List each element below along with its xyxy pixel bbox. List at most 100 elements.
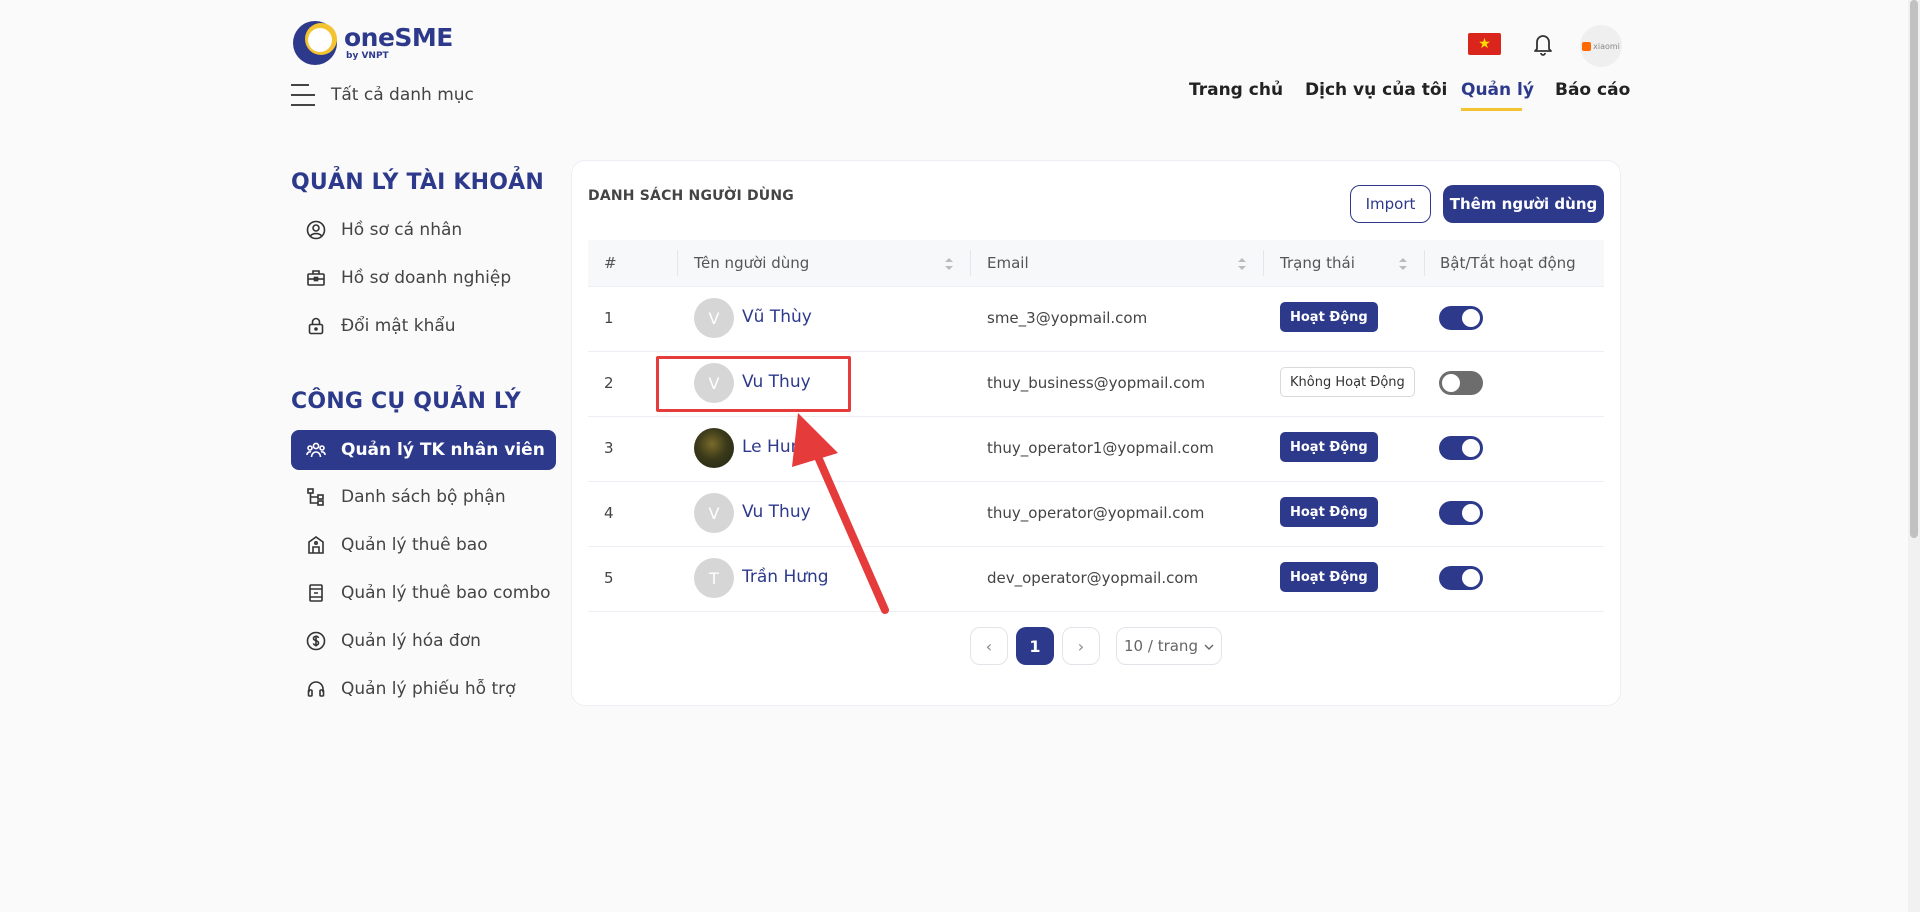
nav-my-services[interactable]: Dịch vụ của tôi — [1305, 80, 1447, 100]
sidebar-item-employee-accounts[interactable]: Quản lý TK nhân viên — [291, 430, 556, 470]
user-email: thuy_operator1@yopmail.com — [987, 439, 1214, 457]
sidebar-item-label: Quản lý phiếu hỗ trợ — [341, 679, 516, 699]
column-header-toggle: Bật/Tắt hoạt động — [1440, 254, 1576, 272]
row-divider — [588, 481, 1604, 482]
nav-active-indicator — [1461, 108, 1522, 111]
status-badge: Hoạt Động — [1280, 562, 1378, 592]
scrollbar-thumb[interactable] — [1910, 0, 1918, 538]
column-divider — [1263, 250, 1264, 276]
sidebar-item-label: Danh sách bộ phận — [341, 487, 506, 507]
chevron-down-icon — [1204, 637, 1214, 655]
sidebar-item-label: Quản lý thuê bao combo — [341, 583, 551, 603]
account-avatar[interactable]: xiaomi — [1580, 25, 1622, 67]
status-badge: Hoạt Động — [1280, 432, 1378, 462]
sidebar-item-label: Đổi mật khẩu — [341, 316, 456, 336]
user-email: thuy_business@yopmail.com — [987, 374, 1206, 392]
management-tools-title: CÔNG CỤ QUẢN LÝ — [291, 389, 521, 414]
avatar — [694, 428, 734, 468]
sidebar-item-label: Quản lý TK nhân viên — [341, 440, 545, 460]
avatar: T — [694, 558, 734, 598]
active-toggle[interactable] — [1439, 501, 1483, 525]
next-page-button[interactable]: › — [1062, 627, 1100, 665]
row-divider — [588, 416, 1604, 417]
user-circle-icon — [306, 220, 326, 240]
all-categories-menu[interactable]: Tất cả danh mục — [291, 80, 474, 110]
status-badge: Hoạt Động — [1280, 302, 1378, 332]
org-tree-icon — [306, 487, 326, 507]
row-index: 2 — [604, 374, 614, 392]
user-list-title: DANH SÁCH NGƯỜI DÙNG — [588, 188, 794, 204]
sidebar-item-label: Hồ sơ cá nhân — [341, 220, 463, 240]
add-user-button[interactable]: Thêm người dùng — [1443, 185, 1604, 223]
highlight-box — [656, 356, 851, 412]
row-index: 1 — [604, 309, 614, 327]
active-toggle[interactable] — [1439, 371, 1483, 395]
prev-page-button[interactable]: ‹ — [970, 627, 1008, 665]
logo-sub: by VNPT — [346, 51, 389, 61]
user-email: dev_operator@yopmail.com — [987, 569, 1199, 587]
column-divider — [970, 250, 971, 276]
sidebar-item-label: Quản lý hóa đơn — [341, 631, 481, 651]
sidebar-item-change-password[interactable]: Đổi mật khẩu — [291, 306, 556, 346]
xiaomi-logo-icon — [1582, 41, 1592, 51]
all-categories-label: Tất cả danh mục — [331, 85, 474, 105]
headset-icon — [306, 679, 326, 699]
sidebar-item-label: Hồ sơ doanh nghiệp — [341, 268, 512, 288]
sidebar-item-personal-profile[interactable]: Hồ sơ cá nhân — [291, 210, 556, 250]
users-icon — [306, 440, 326, 460]
column-header-status[interactable]: Trạng thái — [1280, 254, 1355, 272]
active-toggle[interactable] — [1439, 566, 1483, 590]
column-header-index: # — [604, 254, 617, 272]
sidebar-item-support-tickets[interactable]: Quản lý phiếu hỗ trợ — [291, 669, 556, 709]
user-name-link[interactable]: Vũ Thùy — [742, 307, 812, 327]
row-index: 3 — [604, 439, 614, 457]
row-index: 5 — [604, 569, 614, 587]
bell-icon[interactable] — [1532, 32, 1554, 56]
nav-reports[interactable]: Báo cáo — [1555, 80, 1630, 100]
row-index: 4 — [604, 504, 614, 522]
logo-mark-icon — [292, 20, 338, 66]
logo-name: oneSME — [344, 23, 453, 52]
user-email: thuy_operator@yopmail.com — [987, 504, 1205, 522]
active-toggle[interactable] — [1439, 306, 1483, 330]
sidebar-item-combo-subscriptions[interactable]: Quản lý thuê bao combo — [291, 573, 556, 613]
nav-management[interactable]: Quản lý — [1461, 80, 1534, 100]
sidebar-item-subscriptions[interactable]: Quản lý thuê bao — [291, 525, 556, 565]
combo-icon — [306, 583, 326, 603]
sidebar-item-label: Quản lý thuê bao — [341, 535, 488, 555]
vietnam-flag-icon[interactable]: ★ — [1468, 33, 1501, 55]
status-badge: Không Hoạt Động — [1280, 367, 1415, 397]
account-management-title: QUẢN LÝ TÀI KHOẢN — [291, 170, 545, 195]
active-toggle[interactable] — [1439, 436, 1483, 460]
briefcase-icon — [306, 268, 326, 288]
user-email: sme_3@yopmail.com — [987, 309, 1148, 327]
avatar: V — [694, 298, 734, 338]
page-size-value: 10 / trang — [1124, 637, 1198, 655]
annotation-arrow-icon — [792, 413, 889, 614]
lock-icon — [306, 316, 326, 336]
sidebar-item-business-profile[interactable]: Hồ sơ doanh nghiệp — [291, 258, 556, 298]
column-divider — [1424, 250, 1425, 276]
onesme-logo[interactable]: oneSME by VNPT — [292, 20, 462, 66]
row-divider — [588, 351, 1604, 352]
current-page-button[interactable]: 1 — [1016, 627, 1054, 665]
sort-icon[interactable] — [1398, 256, 1408, 270]
hamburger-icon — [291, 84, 315, 106]
status-badge: Hoạt Động — [1280, 497, 1378, 527]
sort-icon[interactable] — [944, 256, 954, 270]
page-size-select[interactable]: 10 / trang — [1116, 627, 1222, 665]
column-header-username[interactable]: Tên người dùng — [694, 254, 809, 272]
sidebar-item-invoices[interactable]: Quản lý hóa đơn — [291, 621, 556, 661]
row-divider — [588, 286, 1604, 287]
column-divider — [677, 250, 678, 276]
dollar-circle-icon — [306, 631, 326, 651]
import-button[interactable]: Import — [1350, 185, 1431, 223]
sidebar-item-departments[interactable]: Danh sách bộ phận — [291, 477, 556, 517]
column-header-email[interactable]: Email — [987, 254, 1029, 272]
avatar: V — [694, 493, 734, 533]
row-divider — [588, 611, 1604, 612]
row-divider — [588, 546, 1604, 547]
building-icon — [306, 535, 326, 555]
nav-home[interactable]: Trang chủ — [1189, 80, 1283, 100]
sort-icon[interactable] — [1237, 256, 1247, 270]
